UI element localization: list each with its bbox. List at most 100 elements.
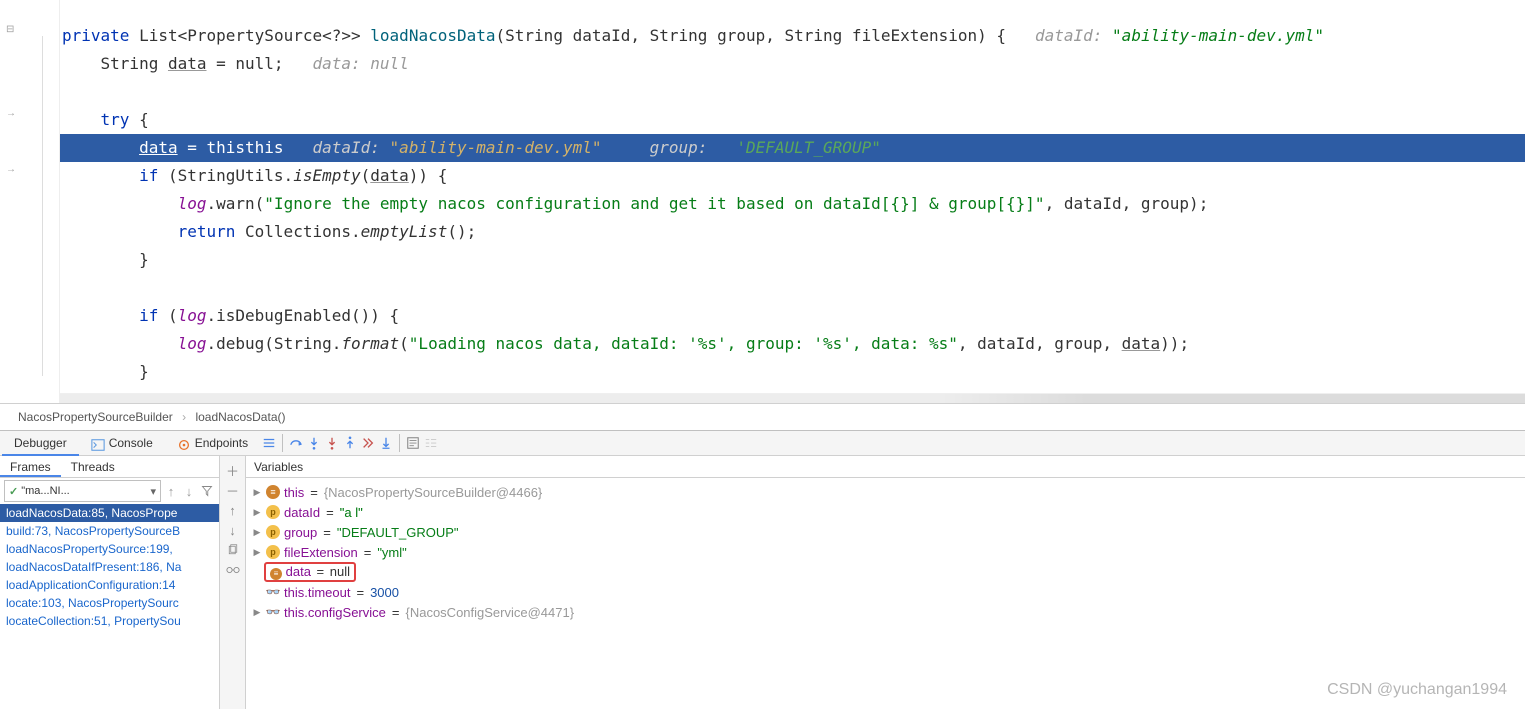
frame-item[interactable]: loadNacosPropertySource:199, (0, 540, 219, 558)
frames-column: Frames Threads ✓ "ma...NI... ▾ ↑ ↓ loadN… (0, 456, 220, 709)
frame-item[interactable]: loadApplicationConfiguration:14 (0, 576, 219, 594)
frame-item[interactable]: loadNacosData:85, NacosPrope (0, 504, 219, 522)
indent (62, 194, 178, 213)
variable-row[interactable]: ▶ ≡ this={NacosPropertySourceBuilder@446… (246, 482, 1525, 502)
run-to-cursor-icon[interactable] (377, 434, 395, 452)
tab-threads[interactable]: Threads (61, 456, 125, 477)
indent (62, 222, 178, 241)
tab-label: Console (109, 436, 153, 450)
breadcrumb[interactable]: NacosPropertySourceBuilder › loadNacosDa… (0, 403, 1525, 430)
gutter-method-icon[interactable]: → (6, 164, 16, 175)
inline-hint-value: null (370, 54, 409, 73)
code-text: } (62, 250, 149, 269)
debug-tabs: Debugger Console Endpoints (0, 431, 1525, 456)
frame-item[interactable]: build:73, NacosPropertySourceB (0, 522, 219, 540)
glasses-icon: 👓 (266, 605, 280, 619)
variable-row[interactable]: ▶ 👓 this.configService={NacosConfigServi… (246, 602, 1525, 622)
evaluate-icon[interactable] (404, 434, 422, 452)
inline-hint-value: 'DEFAULT_GROUP" (736, 138, 881, 157)
var-value: "a l" (340, 505, 363, 520)
local-icon: ≡ (270, 568, 282, 580)
var-value: {NacosConfigService@4471} (405, 605, 574, 620)
code-editor[interactable]: ⊟ → → private List<PropertySource<?>> lo… (0, 0, 1525, 403)
indent (62, 334, 178, 353)
tab-label: Endpoints (195, 436, 248, 450)
type: List<PropertySource<?>> (139, 26, 361, 45)
tab-endpoints[interactable]: Endpoints (165, 431, 260, 456)
gutter-collapse-icon[interactable]: ⊟ (6, 24, 14, 35)
expand-icon[interactable]: ▶ (252, 547, 262, 558)
gutter-method-icon[interactable]: → (6, 108, 16, 119)
prev-frame-icon[interactable]: ↑ (163, 483, 179, 499)
static-method: isEmpty (293, 166, 360, 185)
add-watch-icon[interactable]: ＋ (225, 462, 241, 478)
frames-tabs: Frames Threads (0, 456, 219, 478)
expand-icon[interactable]: ▶ (252, 487, 262, 498)
step-into-icon[interactable] (305, 434, 323, 452)
var-name: data (286, 564, 311, 579)
equals: = (364, 545, 372, 560)
var-name: this (284, 485, 304, 500)
glasses-icon[interactable] (225, 562, 241, 578)
expand-icon[interactable]: ▶ (252, 507, 262, 518)
variables-tree[interactable]: ▶ ≡ this = {NacosPropertySourceBuilder@446… (246, 478, 1525, 709)
step-out-icon[interactable] (341, 434, 359, 452)
this-icon: ≡ (266, 485, 280, 499)
variable-row[interactable]: ▶ p dataId="a l" (246, 502, 1525, 522)
endpoints-icon (177, 436, 191, 450)
keyword: if (139, 306, 158, 325)
variable-row-highlighted[interactable]: ≡ data = null (246, 562, 1525, 582)
string-literal: "Ignore the empty nacos configuration an… (264, 194, 1044, 213)
breadcrumb-class[interactable]: NacosPropertySourceBuilder (18, 410, 173, 424)
var-value: {NacosPropertySourceBuilder@4466} (324, 485, 542, 500)
breadcrumb-separator: › (182, 410, 186, 424)
trace-icon[interactable] (422, 434, 440, 452)
threads-icon[interactable] (260, 434, 278, 452)
variable-row[interactable]: 👓 this.timeout=3000 (246, 582, 1525, 602)
down-icon[interactable]: ↓ (225, 522, 241, 538)
equals: = (326, 505, 334, 520)
var-value: null (330, 564, 350, 579)
var-name: group (284, 525, 317, 540)
frame-item[interactable]: loadNacosDataIfPresent:186, Na (0, 558, 219, 576)
force-step-into-icon[interactable] (323, 434, 341, 452)
equals: = (323, 525, 331, 540)
filter-icon[interactable] (199, 483, 215, 499)
copy-icon[interactable] (225, 542, 241, 558)
horizontal-scrollbar[interactable] (60, 393, 1525, 403)
inline-hint-label: dataId: (1035, 26, 1102, 45)
tab-console[interactable]: Console (79, 431, 165, 456)
variables-column: Variables ▶ ≡ this={NacosPropertySourceB… (246, 456, 1525, 709)
expand-icon[interactable]: ▶ (252, 607, 262, 618)
code-text: (StringUtils. (158, 166, 293, 185)
step-over-icon[interactable] (287, 434, 305, 452)
indent (62, 166, 139, 185)
tab-debugger[interactable]: Debugger (2, 431, 79, 456)
up-icon[interactable]: ↑ (225, 502, 241, 518)
remove-watch-icon[interactable]: － (225, 482, 241, 498)
check-icon: ✓ (9, 485, 18, 498)
drop-frame-icon[interactable] (359, 434, 377, 452)
code-text: (); (447, 222, 476, 241)
code-text: = (178, 138, 207, 157)
frame-item[interactable]: locate:103, NacosPropertySourc (0, 594, 219, 612)
frames-list[interactable]: loadNacosData:85, NacosPrope build:73, N… (0, 504, 219, 709)
code-text: )) { (409, 166, 448, 185)
frame-item[interactable]: locateCollection:51, PropertySou (0, 612, 219, 630)
var-value: "yml" (377, 545, 406, 560)
next-frame-icon[interactable]: ↓ (181, 483, 197, 499)
execution-line[interactable]: data = thisthis dataId: "ability-main-de… (0, 134, 1525, 162)
equals: = (313, 564, 328, 579)
indent (62, 138, 139, 157)
variable: data (139, 138, 178, 157)
param-icon: p (266, 525, 280, 539)
variable-row[interactable]: ▶ p fileExtension="yml" (246, 542, 1525, 562)
separator (399, 434, 400, 452)
tab-frames[interactable]: Frames (0, 456, 61, 477)
thread-selector[interactable]: ✓ "ma...NI... ▾ (4, 480, 161, 502)
code-content[interactable]: private List<PropertySource<?>> loadNaco… (0, 0, 1525, 386)
inline-hint-label: group: (650, 138, 708, 157)
expand-icon[interactable]: ▶ (252, 527, 262, 538)
breadcrumb-method[interactable]: loadNacosData() (195, 410, 285, 424)
variable-row[interactable]: ▶ p group="DEFAULT_GROUP" (246, 522, 1525, 542)
